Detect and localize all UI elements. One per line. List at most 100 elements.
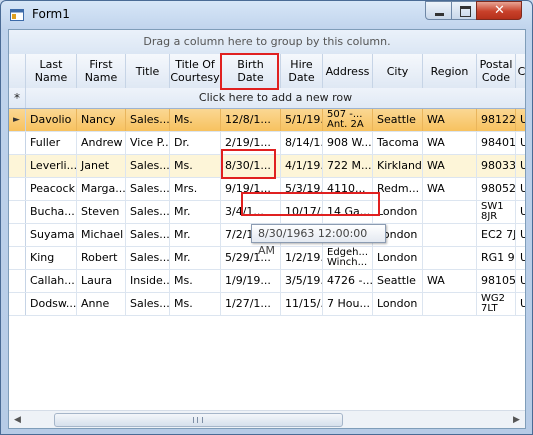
column-header-postal-code[interactable]: Postal Code xyxy=(477,54,516,88)
cell-last-name[interactable]: Leverli... xyxy=(26,155,77,177)
cell-address[interactable]: 4726 -... xyxy=(323,270,373,292)
cell-first-name[interactable]: Laura xyxy=(77,270,126,292)
table-row[interactable]: Dodsw...AnneSales...Ms.1/27/1...11/15/..… xyxy=(9,293,525,316)
cell-title[interactable]: Sales... xyxy=(126,293,170,315)
cell-region[interactable] xyxy=(423,247,477,269)
column-header-last-name[interactable]: Last Name xyxy=(26,54,77,88)
cell-address[interactable]: 722 M... xyxy=(323,155,373,177)
new-row[interactable]: * Click here to add a new row xyxy=(9,88,525,109)
scrollbar-thumb[interactable] xyxy=(54,413,343,427)
cell-last-name[interactable]: Callah... xyxy=(26,270,77,292)
cell-title-of-courtesy[interactable]: Ms. xyxy=(170,270,221,292)
scroll-left-icon[interactable]: ◀ xyxy=(9,411,26,428)
cell-title-of-courtesy[interactable]: Mr. xyxy=(170,201,221,223)
cell-country[interactable]: U xyxy=(516,270,525,292)
column-header-country[interactable]: C xyxy=(516,54,525,88)
column-header-city[interactable]: City xyxy=(373,54,423,88)
cell-last-name[interactable]: Bucha... xyxy=(26,201,77,223)
maximize-button[interactable] xyxy=(451,1,477,20)
cell-title[interactable]: Sales... xyxy=(126,247,170,269)
cell-title[interactable]: Sales... xyxy=(126,224,170,246)
cell-country[interactable]: U xyxy=(516,178,525,200)
cell-title[interactable]: Sales... xyxy=(126,178,170,200)
cell-address[interactable]: 7 Hou... xyxy=(323,293,373,315)
cell-birth-date[interactable]: 1/9/19... xyxy=(221,270,281,292)
row-header[interactable]: ► xyxy=(9,109,26,131)
row-header[interactable] xyxy=(9,178,26,200)
cell-city[interactable]: Kirkland xyxy=(373,155,423,177)
row-header[interactable] xyxy=(9,132,26,154)
table-row[interactable]: Callah... Laura Inside... Ms. 1/9/19... 3/5/1… xyxy=(9,270,525,293)
cell-title-of-courtesy[interactable]: Mr. xyxy=(170,224,221,246)
cell-city[interactable]: London xyxy=(373,247,423,269)
scroll-right-icon[interactable]: ▶ xyxy=(508,411,525,428)
row-header[interactable] xyxy=(9,201,26,223)
cell-first-name[interactable]: Anne xyxy=(77,293,126,315)
cell-region[interactable]: WA xyxy=(423,155,477,177)
group-panel[interactable]: Drag a column here to group by this colu… xyxy=(9,30,525,55)
cell-region[interactable]: WA xyxy=(423,109,477,131)
horizontal-scrollbar[interactable]: ◀ ▶ xyxy=(9,410,525,428)
cell-last-name[interactable]: Peacock xyxy=(26,178,77,200)
cell-title-of-courtesy[interactable]: Mrs. xyxy=(170,178,221,200)
row-header[interactable] xyxy=(9,270,26,292)
cell-title[interactable]: Sales... xyxy=(126,201,170,223)
cell-postal-code[interactable]: WG2 7LT xyxy=(477,293,516,315)
cell-first-name[interactable]: Robert xyxy=(77,247,126,269)
cell-city[interactable]: London xyxy=(373,293,423,315)
cell-title[interactable]: Sales... xyxy=(126,155,170,177)
cell-title-of-courtesy[interactable]: Mr. xyxy=(170,247,221,269)
row-header[interactable] xyxy=(9,155,26,177)
cell-first-name[interactable]: Marga... xyxy=(77,178,126,200)
cell-country[interactable]: U xyxy=(516,109,525,131)
cell-country[interactable]: U xyxy=(516,155,525,177)
cell-postal-code[interactable]: SW1 8JR xyxy=(477,201,516,223)
cell-city[interactable]: Seattle xyxy=(373,270,423,292)
cell-city[interactable]: Seattle xyxy=(373,109,423,131)
cell-hire-date[interactable]: 8/14/1... xyxy=(281,132,323,154)
column-header-hire-date[interactable]: Hire Date xyxy=(281,54,323,88)
cell-first-name[interactable]: Andrew xyxy=(77,132,126,154)
cell-last-name[interactable]: Dodsw... xyxy=(26,293,77,315)
cell-postal-code[interactable]: 98105 xyxy=(477,270,516,292)
cell-hire-date[interactable]: 11/15/... xyxy=(281,293,323,315)
cell-title[interactable]: Vice P... xyxy=(126,132,170,154)
column-header-title[interactable]: Title xyxy=(126,54,170,88)
column-header-region[interactable]: Region xyxy=(423,54,477,88)
cell-last-name[interactable]: King xyxy=(26,247,77,269)
cell-address[interactable]: 908 W... xyxy=(323,132,373,154)
cell-city[interactable]: Redm... xyxy=(373,178,423,200)
cell-title[interactable]: Inside... xyxy=(126,270,170,292)
cell-birth-date[interactable]: 1/27/1... xyxy=(221,293,281,315)
cell-postal-code[interactable]: 98052 xyxy=(477,178,516,200)
cell-region[interactable]: WA xyxy=(423,178,477,200)
cell-first-name[interactable]: Michael xyxy=(77,224,126,246)
cell-birth-date[interactable]: 12/8/1... xyxy=(221,109,281,131)
cell-title-of-courtesy[interactable]: Ms. xyxy=(170,109,221,131)
cell-title-of-courtesy[interactable]: Ms. xyxy=(170,155,221,177)
cell-country[interactable]: U xyxy=(516,132,525,154)
minimize-button[interactable] xyxy=(425,1,452,20)
cell-postal-code[interactable]: RG1 9SP xyxy=(477,247,516,269)
cell-country[interactable]: U xyxy=(516,224,525,246)
cell-hire-date[interactable]: 4/1/19... xyxy=(281,155,323,177)
cell-hire-date[interactable]: 5/1/19... xyxy=(281,109,323,131)
cell-postal-code[interactable]: EC2 7JR xyxy=(477,224,516,246)
cell-postal-code[interactable]: 98033 xyxy=(477,155,516,177)
cell-first-name[interactable]: Nancy xyxy=(77,109,126,131)
cell-hire-date[interactable]: 3/5/19... xyxy=(281,270,323,292)
table-row[interactable]: ► DavolioNancySales...Ms.12/8/1...5/1/19.… xyxy=(9,109,525,132)
cell-first-name[interactable]: Steven xyxy=(77,201,126,223)
column-header-title-of-courtesy[interactable]: Title Of Courtesy xyxy=(170,54,221,88)
close-button[interactable]: ✕ xyxy=(476,1,522,20)
row-header[interactable] xyxy=(9,293,26,315)
cell-city[interactable]: Tacoma xyxy=(373,132,423,154)
cell-region[interactable] xyxy=(423,293,477,315)
title-bar[interactable]: Form1 ✕ xyxy=(1,1,532,29)
cell-last-name[interactable]: Suyama xyxy=(26,224,77,246)
cell-first-name[interactable]: Janet xyxy=(77,155,126,177)
cell-postal-code[interactable]: 98122 xyxy=(477,109,516,131)
cell-country[interactable]: U xyxy=(516,247,525,269)
cell-region[interactable]: WA xyxy=(423,270,477,292)
row-header[interactable] xyxy=(9,247,26,269)
